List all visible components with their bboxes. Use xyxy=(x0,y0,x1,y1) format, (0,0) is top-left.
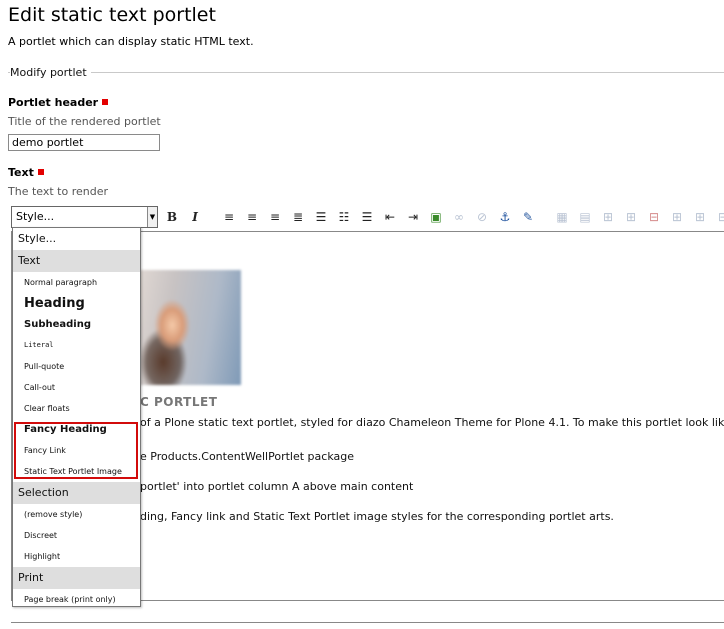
style-option-normal-paragraph[interactable]: Normal paragraph xyxy=(13,272,140,293)
portlet-header-help: Title of the rendered portlet xyxy=(8,115,161,128)
insert-link-icon[interactable]: ∞ xyxy=(449,207,469,227)
dropdown-group-print: Print xyxy=(13,567,140,589)
justify-icon[interactable]: ≣ xyxy=(288,207,308,227)
style-option-call-out[interactable]: Call-out xyxy=(13,377,140,398)
editor-toolbar: B I ≡ ≡ ≡ ≣ ☰ ☷ ☰ ⇤ ⇥ ▣ ∞ ⊘ ⚓ ✎ ▦ ▤ ⊞ ⊞ ⊟ ⊞ ⊞ ⊟ xyxy=(162,207,724,227)
text-help: The text to render xyxy=(8,185,108,198)
italic-icon[interactable]: I xyxy=(185,207,205,227)
style-option-highlight[interactable]: Highlight xyxy=(13,546,140,567)
portlet-image xyxy=(130,270,241,385)
insert-image-icon[interactable]: ▣ xyxy=(426,207,446,227)
dropdown-group-text: Text xyxy=(13,250,140,272)
numbered-list-icon[interactable]: ☷ xyxy=(334,207,354,227)
fieldset-legend: Modify portlet xyxy=(10,66,91,79)
editor-paragraph: ding, Fancy link and Static Text Portlet… xyxy=(140,510,614,523)
style-option-pull-quote[interactable]: Pull-quote xyxy=(13,356,140,377)
align-center-icon[interactable]: ≡ xyxy=(242,207,262,227)
style-dropdown-menu: Style... Text Normal paragraph Heading S… xyxy=(12,227,141,607)
delete-row-icon[interactable]: ⊟ xyxy=(644,207,664,227)
row-after-icon[interactable]: ⊞ xyxy=(621,207,641,227)
style-option-page-break[interactable]: Page break (print only) xyxy=(13,589,140,610)
dropdown-group-selection: Selection xyxy=(13,482,140,504)
fieldset-border xyxy=(8,72,724,73)
dropdown-header[interactable]: Style... xyxy=(13,228,140,250)
style-select-value: Style... xyxy=(16,210,55,223)
unlink-icon[interactable]: ⊘ xyxy=(472,207,492,227)
annotation-highlight-box xyxy=(14,422,138,479)
chevron-down-icon[interactable]: ▼ xyxy=(147,207,157,227)
portlet-header-input[interactable]: demo portlet xyxy=(8,134,160,151)
required-marker xyxy=(37,169,44,175)
text-label-text: Text xyxy=(8,166,34,179)
row-before-icon[interactable]: ⊞ xyxy=(598,207,618,227)
indent-icon[interactable]: ⇥ xyxy=(403,207,423,227)
editor-paragraph: of a Plone static text portlet, styled f… xyxy=(140,416,724,429)
table-properties-icon[interactable]: ▤ xyxy=(575,207,595,227)
style-option-discreet[interactable]: Discreet xyxy=(13,525,140,546)
toolbar-separator xyxy=(541,207,549,227)
style-option-subheading[interactable]: Subheading xyxy=(13,314,140,335)
text-label: Text xyxy=(8,166,44,179)
align-left-icon[interactable]: ≡ xyxy=(219,207,239,227)
align-right-icon[interactable]: ≡ xyxy=(265,207,285,227)
toolbar-separator xyxy=(208,207,216,227)
portlet-header-label: Portlet header xyxy=(8,96,109,109)
editor-heading: C PORTLET xyxy=(140,395,218,409)
delete-col-icon[interactable]: ⊟ xyxy=(713,207,724,227)
style-option-heading[interactable]: Heading xyxy=(13,293,140,314)
bold-icon[interactable]: B xyxy=(162,207,182,227)
page-description: A portlet which can display static HTML … xyxy=(8,35,254,48)
required-marker xyxy=(102,99,109,105)
style-option-literal[interactable]: Literal xyxy=(13,335,140,356)
portlet-header-label-text: Portlet header xyxy=(8,96,99,109)
insert-table-icon[interactable]: ▦ xyxy=(552,207,572,227)
style-select[interactable]: Style... ▼ xyxy=(11,206,158,228)
anchor-icon[interactable]: ⚓ xyxy=(495,207,515,227)
col-after-icon[interactable]: ⊞ xyxy=(690,207,710,227)
page-title: Edit static text portlet xyxy=(8,4,216,26)
edit-html-icon[interactable]: ✎ xyxy=(518,207,538,227)
col-before-icon[interactable]: ⊞ xyxy=(667,207,687,227)
editor-bottom-border xyxy=(11,622,724,623)
editor-paragraph: portlet' into portlet column A above mai… xyxy=(140,480,414,493)
style-option-clear-floats[interactable]: Clear floats xyxy=(13,398,140,419)
editor-paragraph: e Products.ContentWellPortlet package xyxy=(140,450,354,463)
outdent-icon[interactable]: ⇤ xyxy=(380,207,400,227)
style-option-remove-style[interactable]: (remove style) xyxy=(13,504,140,525)
definition-list-icon[interactable]: ☰ xyxy=(357,207,377,227)
bullet-list-icon[interactable]: ☰ xyxy=(311,207,331,227)
